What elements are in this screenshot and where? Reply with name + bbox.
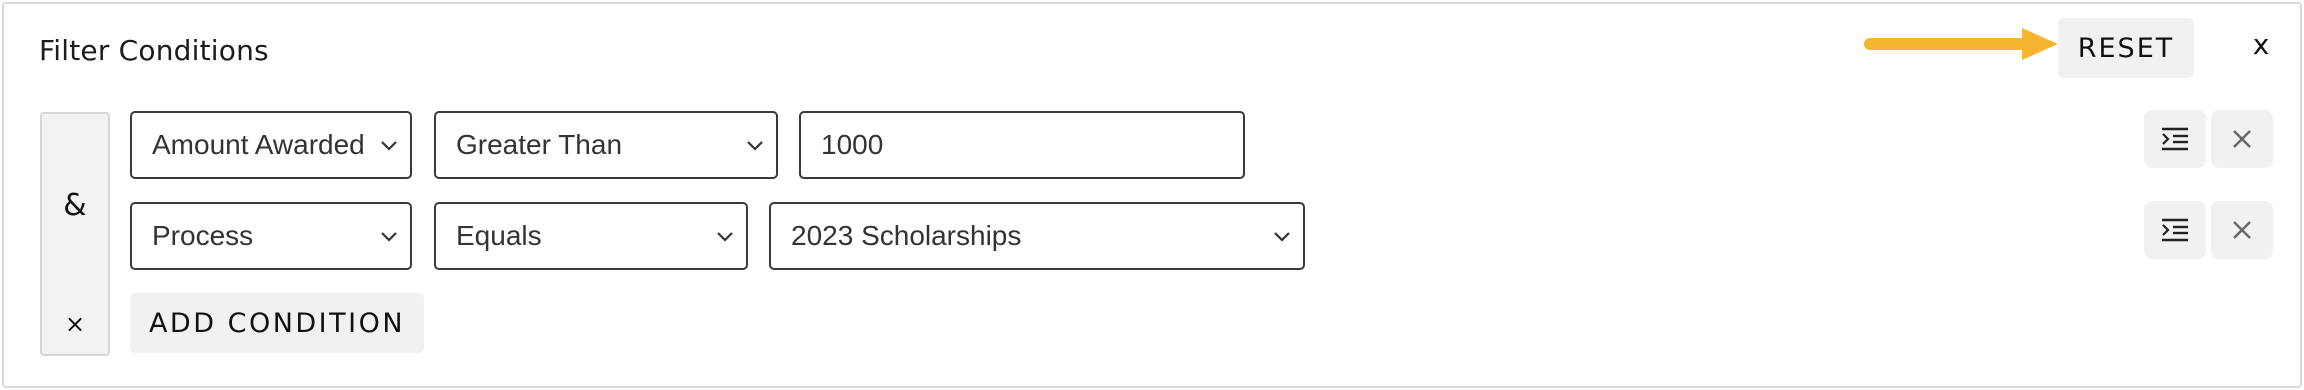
reset-button[interactable]: RESET (2058, 18, 2194, 78)
chevron-down-icon (747, 141, 763, 151)
value-input-1[interactable]: 1000 (799, 111, 1245, 179)
operator-select-2[interactable]: Equals (434, 202, 748, 270)
remove-group-button[interactable]: × (42, 310, 108, 338)
close-icon (2233, 221, 2251, 239)
panel-title: Filter Conditions (39, 34, 269, 67)
indent-icon (2162, 218, 2188, 242)
operator-select-value: Equals (456, 220, 542, 251)
add-condition-button[interactable]: ADD CONDITION (130, 293, 424, 353)
operator-select-value: Greater Than (456, 129, 623, 160)
chevron-down-icon (381, 141, 397, 151)
chevron-down-icon (381, 232, 397, 242)
chevron-down-icon (717, 232, 733, 242)
value-select-2[interactable]: 2023 Scholarships (769, 202, 1305, 270)
remove-condition-button-2[interactable] (2211, 201, 2273, 259)
remove-condition-button-1[interactable] (2211, 110, 2273, 168)
field-select-2[interactable]: Process (130, 202, 412, 270)
value-input-text: 1000 (821, 129, 884, 160)
annotation-arrow-icon (1864, 28, 2058, 60)
indent-button-1[interactable] (2144, 110, 2206, 168)
field-select-1[interactable]: Amount Awarded (130, 111, 412, 179)
conjunction-group: & × (40, 112, 110, 356)
close-button[interactable]: x (2246, 26, 2276, 62)
field-select-value: Amount Awarded (152, 129, 365, 160)
chevron-down-icon (1274, 232, 1290, 242)
field-select-value: Process (152, 220, 254, 251)
conjunction-toggle[interactable]: & (42, 188, 108, 223)
filter-conditions-panel: Filter Conditions RESET x & × Amount Awa… (2, 2, 2302, 388)
indent-button-2[interactable] (2144, 201, 2206, 259)
operator-select-1[interactable]: Greater Than (434, 111, 778, 179)
close-icon (2233, 130, 2251, 148)
indent-icon (2162, 127, 2188, 151)
value-select-value: 2023 Scholarships (791, 220, 1022, 251)
